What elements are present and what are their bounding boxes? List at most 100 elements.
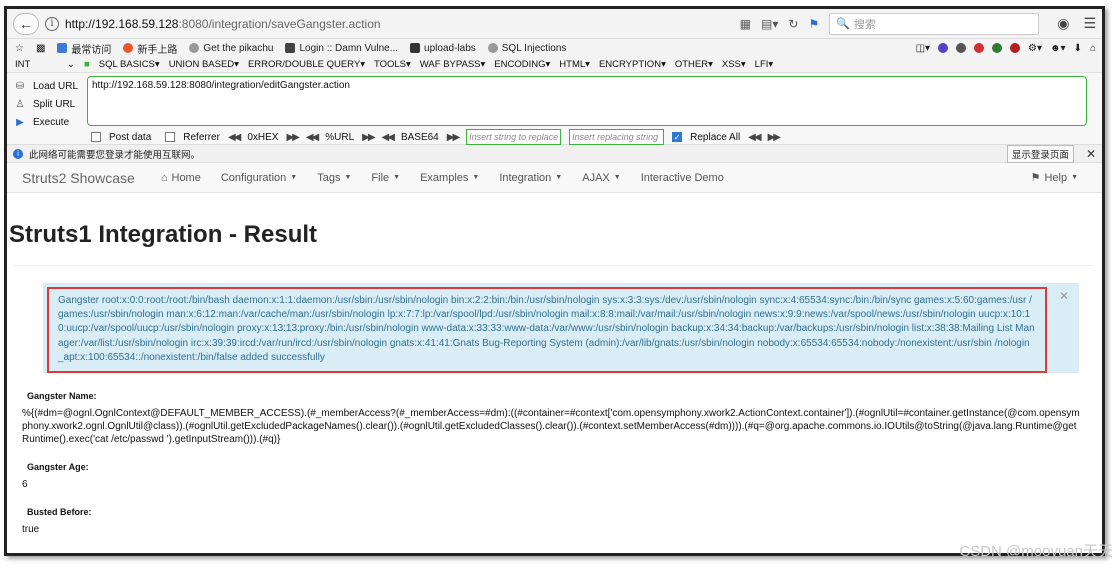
upload-favicon-icon	[410, 43, 421, 53]
chevron-down-icon: ⌄	[67, 59, 75, 70]
bookmark-item[interactable]: 最常访问	[57, 41, 111, 56]
base64-right-arrow-icon[interactable]: ▶▶	[447, 132, 460, 143]
show-login-page-button[interactable]: 显示登录页面	[1006, 144, 1074, 163]
bookmark-flag-icon[interactable]: ⚑	[808, 17, 819, 31]
cookie-icon[interactable]: ☻▾	[1050, 43, 1066, 54]
hackbar-menu-item[interactable]: ENCODING▾	[494, 59, 550, 70]
nav-home[interactable]: ⌂ Home	[161, 172, 201, 184]
post-data-checkbox[interactable]	[91, 132, 101, 142]
insert-string-input[interactable]: Insert string to replace	[466, 129, 562, 145]
url-left-arrow-icon[interactable]: ◀◀	[306, 132, 319, 143]
nav-integration[interactable]: Integration ▼	[499, 172, 562, 184]
hackbar-menu-item[interactable]: XSS▾	[722, 59, 746, 70]
nav-file[interactable]: File ▼	[371, 172, 400, 184]
home-icon[interactable]: ⌂	[1090, 43, 1096, 54]
bookmarks-toolbar: ☆ ▩ 最常访问 新手上路 Get the pikachu Login :: D…	[7, 39, 1102, 57]
back-button[interactable]: ←	[13, 12, 39, 35]
shield-icon[interactable]	[992, 43, 1003, 53]
replacing-string-input[interactable]: Insert replacing string	[569, 129, 665, 145]
load-url-icon: ⛁	[15, 80, 25, 92]
page-title: Struts1 Integration - Result	[9, 221, 318, 248]
field-value: %{(#dm=@ognl.OgnlContext@DEFAULT_MEMBER_…	[22, 408, 1080, 445]
home-icon: ⌂	[160, 171, 168, 184]
magnifier-icon: 🔍	[836, 18, 850, 30]
hackbar-menu-item[interactable]: WAF BYPASS▾	[420, 59, 486, 70]
library-icon[interactable]: ▩	[36, 43, 45, 54]
field-value: 6	[22, 479, 28, 490]
wappalyzer-icon[interactable]	[938, 43, 949, 53]
hackbar-actions: ⛁ Load URL ♙ Split URL ▶ Execute	[15, 77, 85, 131]
nav-interactive-demo[interactable]: Interactive Demo	[641, 172, 724, 184]
hackbar-status-icon: ■	[84, 59, 90, 70]
caret-down-icon: ▼	[613, 174, 621, 181]
hackbar-options: Post data Referrer ◀◀ 0xHEX ▶▶ ◀◀ %URL ▶▶ ◀◀…	[91, 129, 781, 145]
hackbar-menu-item[interactable]: UNION BASED▾	[169, 59, 239, 70]
hackbar-panel: ⛁ Load URL ♙ Split URL ▶ Execute http://192…	[7, 73, 1102, 145]
replace-all-checkbox[interactable]: ✓	[672, 132, 683, 142]
adblock-icon[interactable]	[974, 43, 985, 53]
extension-icon[interactable]: ◉	[1057, 15, 1069, 32]
encode-left-arrow-icon[interactable]: ◀◀	[228, 132, 241, 143]
caret-down-icon: ▼	[472, 174, 480, 181]
replace-left-arrow-icon[interactable]: ◀◀	[748, 132, 761, 143]
star-icon[interactable]: ☆	[15, 43, 24, 54]
site-navbar: Struts2 Showcase ⌂ Home Configuration ▼ Ta…	[7, 163, 1102, 193]
hackbar-url-textarea[interactable]: http://192.168.59.128:8080/integration/e…	[87, 76, 1087, 126]
hexagon-icon[interactable]	[956, 43, 967, 53]
caret-down-icon: ▼	[290, 174, 298, 181]
field-label: Gangster Name:	[27, 391, 97, 401]
menu-icon[interactable]: ☰	[1083, 15, 1096, 32]
bookmark-item[interactable]: SQL Injections	[487, 43, 566, 54]
url-right-arrow-icon[interactable]: ▶▶	[362, 132, 375, 143]
toolbar-right: ◉ ☰	[1057, 15, 1096, 32]
field-label: Gangster Age:	[27, 462, 89, 472]
site-brand[interactable]: Struts2 Showcase	[22, 170, 135, 186]
nav-examples[interactable]: Examples ▼	[420, 172, 479, 184]
url-host: http://192.168.59.128	[65, 16, 179, 31]
extension-bar: ◫▾ ⚙▾ ☻▾ ⬇ ⌂	[916, 43, 1102, 54]
base64-left-arrow-icon[interactable]: ◀◀	[382, 132, 395, 143]
bookmark-item[interactable]: Get the pikachu	[189, 43, 273, 54]
hackbar-menu-item[interactable]: SQL BASICS▾	[99, 59, 160, 70]
hackbar-menu-item[interactable]: LFI▾	[755, 59, 774, 70]
bookmark-item[interactable]: Login :: Damn Vulne...	[285, 43, 398, 54]
flag-icon: ⚑	[1030, 172, 1041, 184]
load-url-button[interactable]: ⛁ Load URL	[15, 77, 85, 95]
page-actions-icon[interactable]: ▤▾	[761, 17, 778, 31]
replace-right-arrow-icon[interactable]: ▶▶	[768, 132, 781, 143]
site-info-icon[interactable]: i	[45, 16, 59, 31]
reload-icon[interactable]: ↻	[788, 17, 798, 31]
hackbar-menu-item[interactable]: TOOLS▾	[374, 59, 411, 70]
hackbar-menu-item[interactable]: OTHER▾	[675, 59, 713, 70]
nav-ajax[interactable]: AJAX ▼	[582, 172, 620, 184]
hackbar-menu-item[interactable]: ERROR/DOUBLE QUERY▾	[248, 59, 365, 70]
bookmark-item[interactable]: 新手上路	[123, 41, 177, 56]
nav-configuration[interactable]: Configuration ▼	[221, 172, 297, 184]
search-input[interactable]: 🔍 搜索	[829, 12, 1040, 35]
caret-down-icon: ▼	[555, 174, 563, 181]
close-icon[interactable]: ✕	[1086, 147, 1096, 161]
execute-button[interactable]: ▶ Execute	[15, 113, 85, 131]
referrer-checkbox[interactable]	[165, 132, 176, 142]
nav-tags[interactable]: Tags ▼	[317, 172, 351, 184]
bookmark-favicon-icon	[57, 43, 68, 53]
nav-help[interactable]: ⚑ Help ▼	[1030, 171, 1078, 185]
captive-portal-notification: i 此网络可能需要您登录才能使用互联网。 显示登录页面 ✕	[7, 144, 1102, 163]
split-url-button[interactable]: ♙ Split URL	[15, 95, 85, 113]
hex-label: 0xHEX	[247, 131, 279, 143]
hackbar-menu-item[interactable]: ENCRYPTION▾	[599, 59, 666, 70]
hackbar-menu-item[interactable]: HTML▾	[559, 59, 590, 70]
ublock-icon[interactable]	[1010, 43, 1021, 53]
address-bar[interactable]: http://192.168.59.128:8080/integration/s…	[65, 13, 740, 35]
dvwa-favicon-icon	[285, 43, 296, 53]
download-icon[interactable]: ⬇	[1074, 43, 1082, 54]
hackbar-int-select[interactable]: INT ⌄	[15, 59, 75, 70]
close-icon[interactable]: ✕	[1059, 289, 1069, 303]
field-gangster-age: Gangster Age: 6	[22, 462, 1082, 491]
reader-view-icon[interactable]: ▦	[740, 17, 751, 31]
gear-icon[interactable]: ⚙▾	[1028, 43, 1042, 54]
container-icon[interactable]: ◫▾	[916, 43, 930, 54]
bookmark-item[interactable]: upload-labs	[410, 43, 476, 54]
globe-icon	[487, 43, 498, 53]
encode-right-arrow-icon[interactable]: ▶▶	[286, 132, 299, 143]
